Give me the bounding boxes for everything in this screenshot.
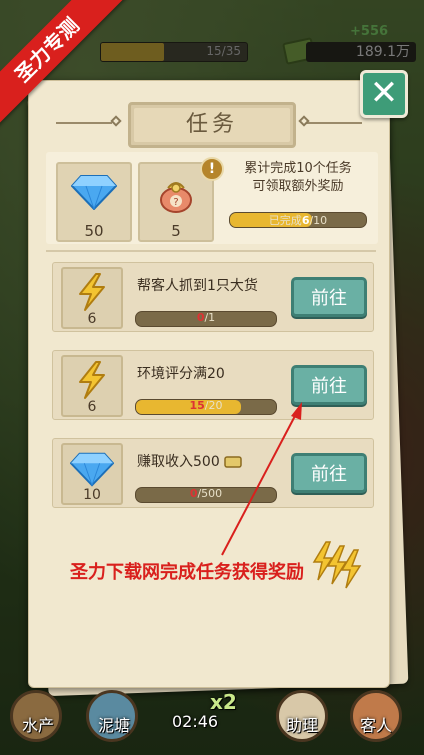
nav-pond[interactable]: 泥塘: [98, 712, 130, 736]
watermark-text: 圣力下载网完成任务获得奖励: [70, 562, 304, 583]
task-reward: 6: [61, 267, 123, 329]
go-button[interactable]: 前往: [291, 453, 367, 493]
cash-icon: [224, 456, 242, 468]
bonus-description-line2: 可领取额外奖励: [252, 179, 344, 194]
close-icon: ✕: [369, 73, 399, 113]
panel-title: 任务: [134, 108, 290, 142]
task-description-text: 赚取收入500: [137, 454, 220, 470]
bonus-diamond-count: 50: [84, 222, 104, 240]
task-row: 6 环境评分满20 15/20 前往: [52, 350, 374, 420]
bonus-progress-prefix: 已完成: [268, 214, 302, 227]
bonus-reward-diamond: 50: [56, 162, 132, 242]
boost-timer[interactable]: 02:46: [172, 712, 218, 731]
boost-multiplier: x2: [210, 690, 237, 714]
task-progress-bar: 15/20: [135, 399, 277, 415]
diamond-icon: [70, 452, 114, 487]
lightning-icon: [79, 361, 105, 399]
bonus-gift-count: 5: [171, 222, 181, 240]
task-reward-count: 6: [87, 311, 97, 327]
bonus-progress-bar: 已完成6/10: [229, 212, 367, 228]
task-description: 环境评分满20: [137, 366, 225, 382]
task-reward: 10: [61, 443, 123, 505]
task-description: 赚取收入500: [137, 451, 242, 471]
title-divider-left: [56, 122, 112, 124]
bonus-progress-total: /10: [309, 214, 328, 227]
svg-text:?: ?: [173, 197, 178, 208]
task-row: 10 赚取收入500 0/500 前往: [52, 438, 374, 508]
close-button[interactable]: ✕: [360, 70, 408, 118]
task-reward-count: 6: [87, 399, 97, 415]
task-progress-label: 0/500: [136, 487, 276, 500]
go-button[interactable]: 前往: [291, 365, 367, 405]
title-divider-right: [306, 122, 362, 124]
go-button[interactable]: 前往: [291, 277, 367, 317]
lightning-icon: [312, 541, 362, 589]
task-progress-bar: 0/500: [135, 487, 277, 503]
task-progress-total: /1: [204, 311, 216, 324]
task-progress-label: 15/20: [136, 399, 276, 412]
task-progress-total: /20: [204, 399, 223, 412]
nav-customer[interactable]: 客人: [360, 712, 392, 736]
task-progress-total: /500: [197, 487, 223, 500]
diamond-icon: [71, 175, 117, 210]
bonus-description-line1: 累计完成10个任务: [244, 161, 352, 176]
panel-title-frame: 任务: [128, 102, 296, 148]
bonus-progress-label: 已完成6/10: [230, 212, 366, 228]
gift-bag-icon: ?: [160, 182, 192, 213]
nav-assistant[interactable]: 助理: [286, 712, 318, 736]
nav-aquatic[interactable]: 水产: [22, 712, 54, 736]
task-reward-count: 10: [83, 487, 101, 503]
task-reward: 6: [61, 355, 123, 417]
bonus-description: 累计完成10个任务 可领取额外奖励: [228, 160, 368, 196]
task-progress-label: 0/1: [136, 311, 276, 324]
task-description: 帮客人抓到1只大货: [137, 278, 258, 294]
task-progress-bar: 0/1: [135, 311, 277, 327]
bottom-nav: 水产 泥塘 x2 02:46 助理 客人: [0, 690, 424, 755]
lightning-icon: [79, 273, 105, 311]
info-icon[interactable]: !: [200, 157, 224, 181]
task-row: 6 帮客人抓到1只大货 0/1 前往: [52, 262, 374, 332]
task-progress-current: 15: [189, 399, 205, 412]
section-divider: [46, 250, 376, 252]
